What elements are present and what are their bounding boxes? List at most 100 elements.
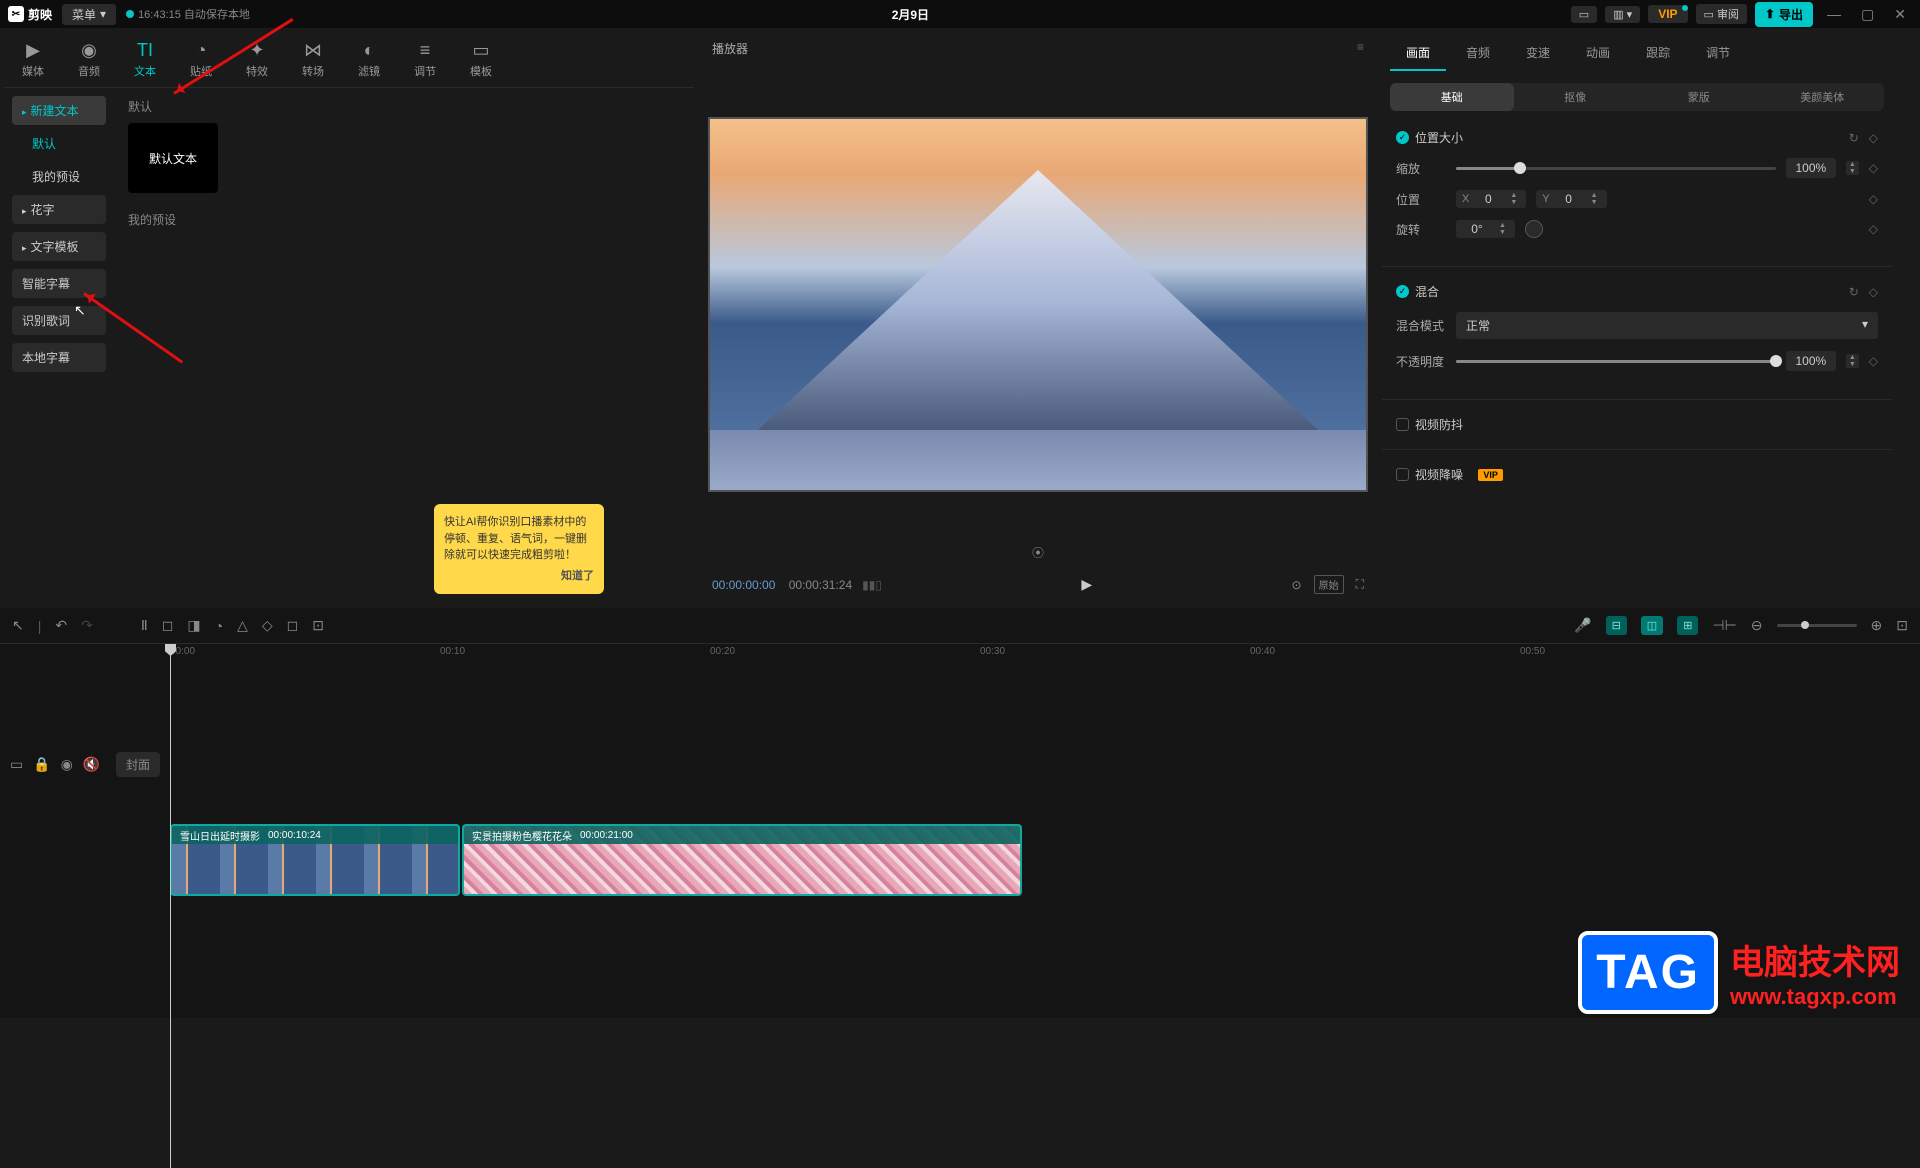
default-text-card[interactable]: 默认文本	[128, 123, 218, 193]
position-y-input[interactable]: Y0▲▼	[1536, 190, 1606, 208]
checkbox-off-icon[interactable]	[1396, 468, 1409, 481]
keyframe-icon[interactable]: ◇	[1869, 222, 1878, 236]
tab-media[interactable]: ▶媒体	[14, 36, 52, 83]
tab-audio[interactable]: ◉音频	[70, 36, 108, 83]
opacity-slider[interactable]	[1456, 360, 1776, 363]
tl-chip-2[interactable]: ◫	[1641, 616, 1663, 635]
scale-value[interactable]: 100%	[1786, 158, 1836, 178]
clip-1[interactable]: 雪山日出延时摄影00:00:10:24	[170, 824, 460, 896]
speed-icon[interactable]: ◔	[215, 618, 223, 634]
keyframe-icon[interactable]: ◇	[1869, 285, 1878, 299]
review-button[interactable]: ▭ 审阅	[1696, 4, 1747, 24]
subtab-basic[interactable]: 基础	[1390, 83, 1514, 111]
sidebar-flower[interactable]: 花字	[12, 195, 106, 224]
minimize-button[interactable]: —	[1821, 6, 1847, 22]
checkbox-on-icon[interactable]: ✓	[1396, 285, 1409, 298]
ratio-button[interactable]: 原始	[1314, 575, 1344, 594]
record-icon[interactable]: ⦿	[1032, 546, 1044, 560]
prop-tab-adjust[interactable]: 调节	[1690, 36, 1746, 71]
mute-icon[interactable]: 🔇	[83, 756, 100, 773]
prop-tab-animation[interactable]: 动画	[1570, 36, 1626, 71]
undo-icon[interactable]: ↶	[55, 617, 67, 634]
sidebar-text-template[interactable]: 文字模板	[12, 232, 106, 261]
visibility-icon[interactable]: ◉	[61, 756, 73, 773]
tab-adjust[interactable]: ≡调节	[406, 36, 444, 83]
checkbox-on-icon[interactable]: ✓	[1396, 131, 1409, 144]
export-button[interactable]: ⬆ 导出	[1755, 2, 1813, 27]
lock-icon[interactable]: 🔒	[33, 756, 50, 773]
preview-menu-icon[interactable]: ≡	[1357, 40, 1364, 57]
scale-slider[interactable]	[1456, 167, 1776, 170]
tab-sticker[interactable]: ◔贴纸	[182, 36, 220, 83]
shortcut-button-1[interactable]: ▭	[1571, 6, 1597, 23]
rotation-dial[interactable]	[1525, 220, 1543, 238]
zoom-fit-icon[interactable]: ⊡	[1896, 617, 1908, 634]
mirror-icon[interactable]: △	[237, 617, 248, 634]
scale-spinner[interactable]: ▲▼	[1846, 161, 1859, 175]
select-tool-icon[interactable]: ↖	[12, 617, 24, 634]
mic-icon[interactable]: 🎤	[1574, 617, 1591, 634]
focus-icon[interactable]: ⊙	[1292, 578, 1302, 592]
zoom-slider[interactable]	[1777, 624, 1857, 627]
zoom-in-icon[interactable]: ⊕	[1871, 617, 1883, 634]
sidebar-smart-subtitle[interactable]: 智能字幕	[12, 269, 106, 298]
sidebar-lyrics[interactable]: 识别歌词	[12, 306, 106, 335]
menu-dropdown[interactable]: 菜单 ▾	[62, 4, 116, 25]
crop-icon[interactable]: ◻	[287, 617, 299, 634]
opacity-value[interactable]: 100%	[1786, 351, 1836, 371]
keyframe-icon[interactable]: ◇	[1869, 192, 1878, 206]
tab-effect[interactable]: ✦特效	[238, 36, 276, 83]
tab-transition[interactable]: ⋈转场	[294, 36, 332, 83]
split-icon[interactable]: Ⅱ	[141, 617, 148, 634]
shortcut-button-2[interactable]: ▥ ▾	[1605, 6, 1640, 23]
prop-tab-tracking[interactable]: 跟踪	[1630, 36, 1686, 71]
tl-chip-3[interactable]: ⊞	[1677, 616, 1698, 635]
caption-icon[interactable]: ⊡	[312, 617, 324, 634]
delete-right-icon[interactable]: ◨	[187, 617, 200, 634]
subtab-cutout[interactable]: 抠像	[1514, 83, 1638, 111]
reset-icon[interactable]: ↻	[1849, 285, 1859, 299]
opacity-spinner[interactable]: ▲▼	[1846, 354, 1859, 368]
track-toggle-icon[interactable]: ▭	[10, 756, 23, 773]
video-canvas[interactable]	[708, 117, 1368, 492]
tl-chip-1[interactable]: ⊟	[1606, 616, 1627, 635]
prop-tab-audio[interactable]: 音频	[1450, 36, 1506, 71]
fullscreen-icon[interactable]: ⛶	[1356, 577, 1364, 592]
prop-tab-picture[interactable]: 画面	[1390, 36, 1446, 71]
sidebar-new-text[interactable]: 新建文本	[12, 96, 106, 125]
prop-tab-speed[interactable]: 变速	[1510, 36, 1566, 71]
tab-template[interactable]: ▭模板	[462, 36, 500, 83]
keyframe-icon[interactable]: ◇	[1869, 131, 1878, 145]
zoom-out-icon[interactable]: ⊖	[1751, 617, 1763, 634]
redo-icon[interactable]: ↷	[81, 617, 93, 634]
cover-button[interactable]: 封面	[116, 752, 160, 777]
maximize-button[interactable]: ▢	[1855, 6, 1880, 23]
tab-filter[interactable]: ◐滤镜	[350, 36, 388, 83]
subtab-mask[interactable]: 蒙版	[1637, 83, 1761, 111]
subtab-beauty[interactable]: 美颜美体	[1761, 83, 1885, 111]
sidebar-default[interactable]: 默认	[12, 129, 106, 158]
vip-badge[interactable]: VIP	[1648, 5, 1687, 23]
preview-right-controls: ⊙ 原始 ⛶	[1292, 575, 1364, 594]
timeline-ruler[interactable]: 00:00 00:10 00:20 00:30 00:40 00:50	[170, 644, 1920, 664]
rotate-icon[interactable]: ◇	[262, 617, 273, 634]
x-value: 0	[1473, 192, 1503, 206]
align-icon[interactable]: ⊣⊢	[1712, 617, 1736, 634]
play-button[interactable]: ▶	[1081, 576, 1092, 593]
rotation-input[interactable]: 0°▲▼	[1456, 220, 1515, 238]
keyframe-icon[interactable]: ◇	[1869, 161, 1878, 175]
export-label: 导出	[1779, 6, 1803, 23]
close-button[interactable]: ✕	[1888, 6, 1912, 23]
sidebar-local-subtitle[interactable]: 本地字幕	[12, 343, 106, 372]
sidebar-my-preset[interactable]: 我的预设	[12, 162, 106, 191]
position-x-input[interactable]: X0▲▼	[1456, 190, 1526, 208]
keyframe-icon[interactable]: ◇	[1869, 354, 1878, 368]
playhead[interactable]	[170, 644, 171, 1168]
tab-text[interactable]: TI文本	[126, 36, 164, 83]
checkbox-off-icon[interactable]	[1396, 418, 1409, 431]
blend-mode-dropdown[interactable]: 正常▾	[1456, 312, 1878, 339]
clip-2[interactable]: 实景拍摄粉色樱花花朵00:00:21:00	[462, 824, 1022, 896]
reset-icon[interactable]: ↻	[1849, 131, 1859, 145]
tip-dismiss-button[interactable]: 知道了	[444, 568, 594, 585]
delete-left-icon[interactable]: ◻	[162, 617, 174, 634]
